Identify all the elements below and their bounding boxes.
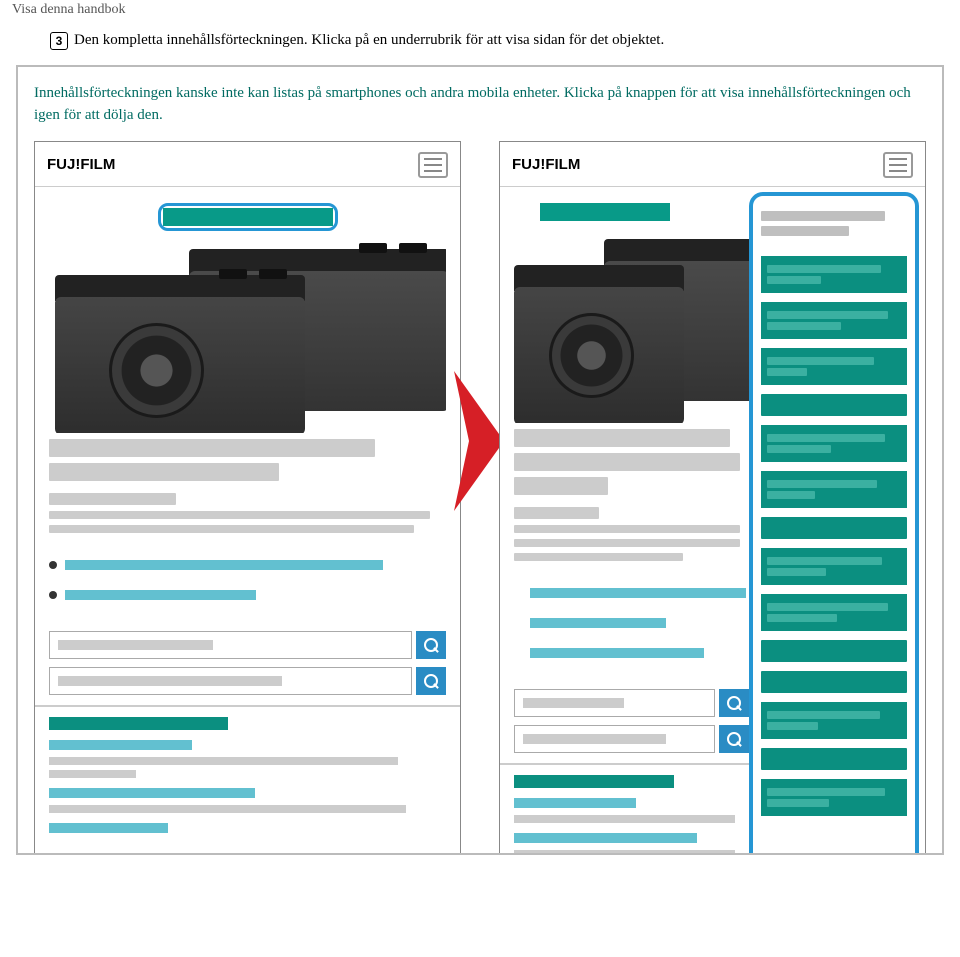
text-placeholder xyxy=(514,507,599,519)
text-placeholder xyxy=(49,463,279,481)
link-item[interactable] xyxy=(49,823,446,833)
list-item xyxy=(514,641,749,665)
search-button[interactable] xyxy=(719,725,749,753)
toc-item[interactable] xyxy=(761,748,907,770)
text-placeholder xyxy=(514,453,740,471)
toc-item[interactable] xyxy=(761,348,907,385)
page-title-highlight xyxy=(158,203,338,231)
menu-icon[interactable] xyxy=(883,152,913,178)
toc-item[interactable] xyxy=(761,594,907,631)
text-placeholder xyxy=(514,429,730,447)
toc-item[interactable] xyxy=(761,256,907,293)
illustration-frame: Innehållsförteckningen kanske inte kan l… xyxy=(16,65,944,855)
search-icon xyxy=(727,696,741,710)
search-input[interactable] xyxy=(49,667,412,695)
text-placeholder xyxy=(514,539,740,547)
search-button[interactable] xyxy=(416,667,446,695)
list-item xyxy=(514,611,749,635)
search-button[interactable] xyxy=(416,631,446,659)
search-icon xyxy=(424,638,438,652)
phone-header: FUJ!FILM xyxy=(35,142,460,187)
search-row xyxy=(514,689,749,717)
page-title-placeholder xyxy=(163,208,333,226)
toc-item[interactable] xyxy=(761,302,907,339)
fujifilm-logo: FUJ!FILM xyxy=(47,156,115,173)
toc-item[interactable] xyxy=(761,702,907,739)
divider xyxy=(35,705,460,707)
search-icon xyxy=(727,732,741,746)
text-placeholder xyxy=(514,525,740,533)
step-text: Den kompletta innehållsförteckningen. Kl… xyxy=(74,30,664,51)
breadcrumb: Visa denna handbok xyxy=(10,0,950,30)
camera-product-image xyxy=(49,243,446,433)
text-placeholder xyxy=(514,553,683,561)
link-item[interactable] xyxy=(49,788,446,813)
toc-item[interactable] xyxy=(761,425,907,462)
toc-item[interactable] xyxy=(761,517,907,539)
search-button[interactable] xyxy=(719,689,749,717)
phone-header: FUJ!FILM xyxy=(500,142,925,187)
illustration-caption: Innehållsförteckningen kanske inte kan l… xyxy=(34,83,926,127)
divider xyxy=(500,763,755,765)
toc-item[interactable] xyxy=(761,471,907,508)
toc-header-placeholder xyxy=(761,226,849,236)
toc-header-placeholder xyxy=(761,211,885,221)
text-placeholder xyxy=(49,493,176,505)
toc-item[interactable] xyxy=(761,548,907,585)
toc-item[interactable] xyxy=(761,640,907,662)
section-heading-placeholder xyxy=(49,717,228,730)
text-placeholder xyxy=(514,477,608,495)
section-heading-placeholder xyxy=(514,775,674,788)
list-item xyxy=(49,553,446,577)
toc-item[interactable] xyxy=(761,671,907,693)
text-placeholder xyxy=(49,439,375,457)
intro-block: 3 Den kompletta innehållsförteckningen. … xyxy=(50,30,950,51)
toc-panel-highlight xyxy=(749,192,919,856)
list-item xyxy=(49,583,446,607)
link-item[interactable] xyxy=(49,740,446,778)
camera-product-image xyxy=(514,233,749,423)
text-placeholder xyxy=(49,511,430,519)
link-item[interactable] xyxy=(514,833,749,856)
search-icon xyxy=(424,674,438,688)
fujifilm-logo: FUJ!FILM xyxy=(512,156,580,173)
page-title-placeholder xyxy=(540,203,670,221)
text-placeholder xyxy=(49,525,414,533)
step-number-badge: 3 xyxy=(50,32,68,50)
toc-item[interactable] xyxy=(761,394,907,416)
phone-mockup-left: FUJ!FILM xyxy=(34,141,461,856)
list-item xyxy=(514,581,749,605)
search-input[interactable] xyxy=(514,689,715,717)
link-item[interactable] xyxy=(514,798,749,823)
search-input[interactable] xyxy=(49,631,412,659)
search-input[interactable] xyxy=(514,725,715,753)
search-row xyxy=(49,631,446,659)
mockup-row: FUJ!FILM xyxy=(34,141,926,856)
toc-item[interactable] xyxy=(761,779,907,816)
phone-mockup-right: FUJ!FILM xyxy=(499,141,926,856)
menu-icon[interactable] xyxy=(418,152,448,178)
